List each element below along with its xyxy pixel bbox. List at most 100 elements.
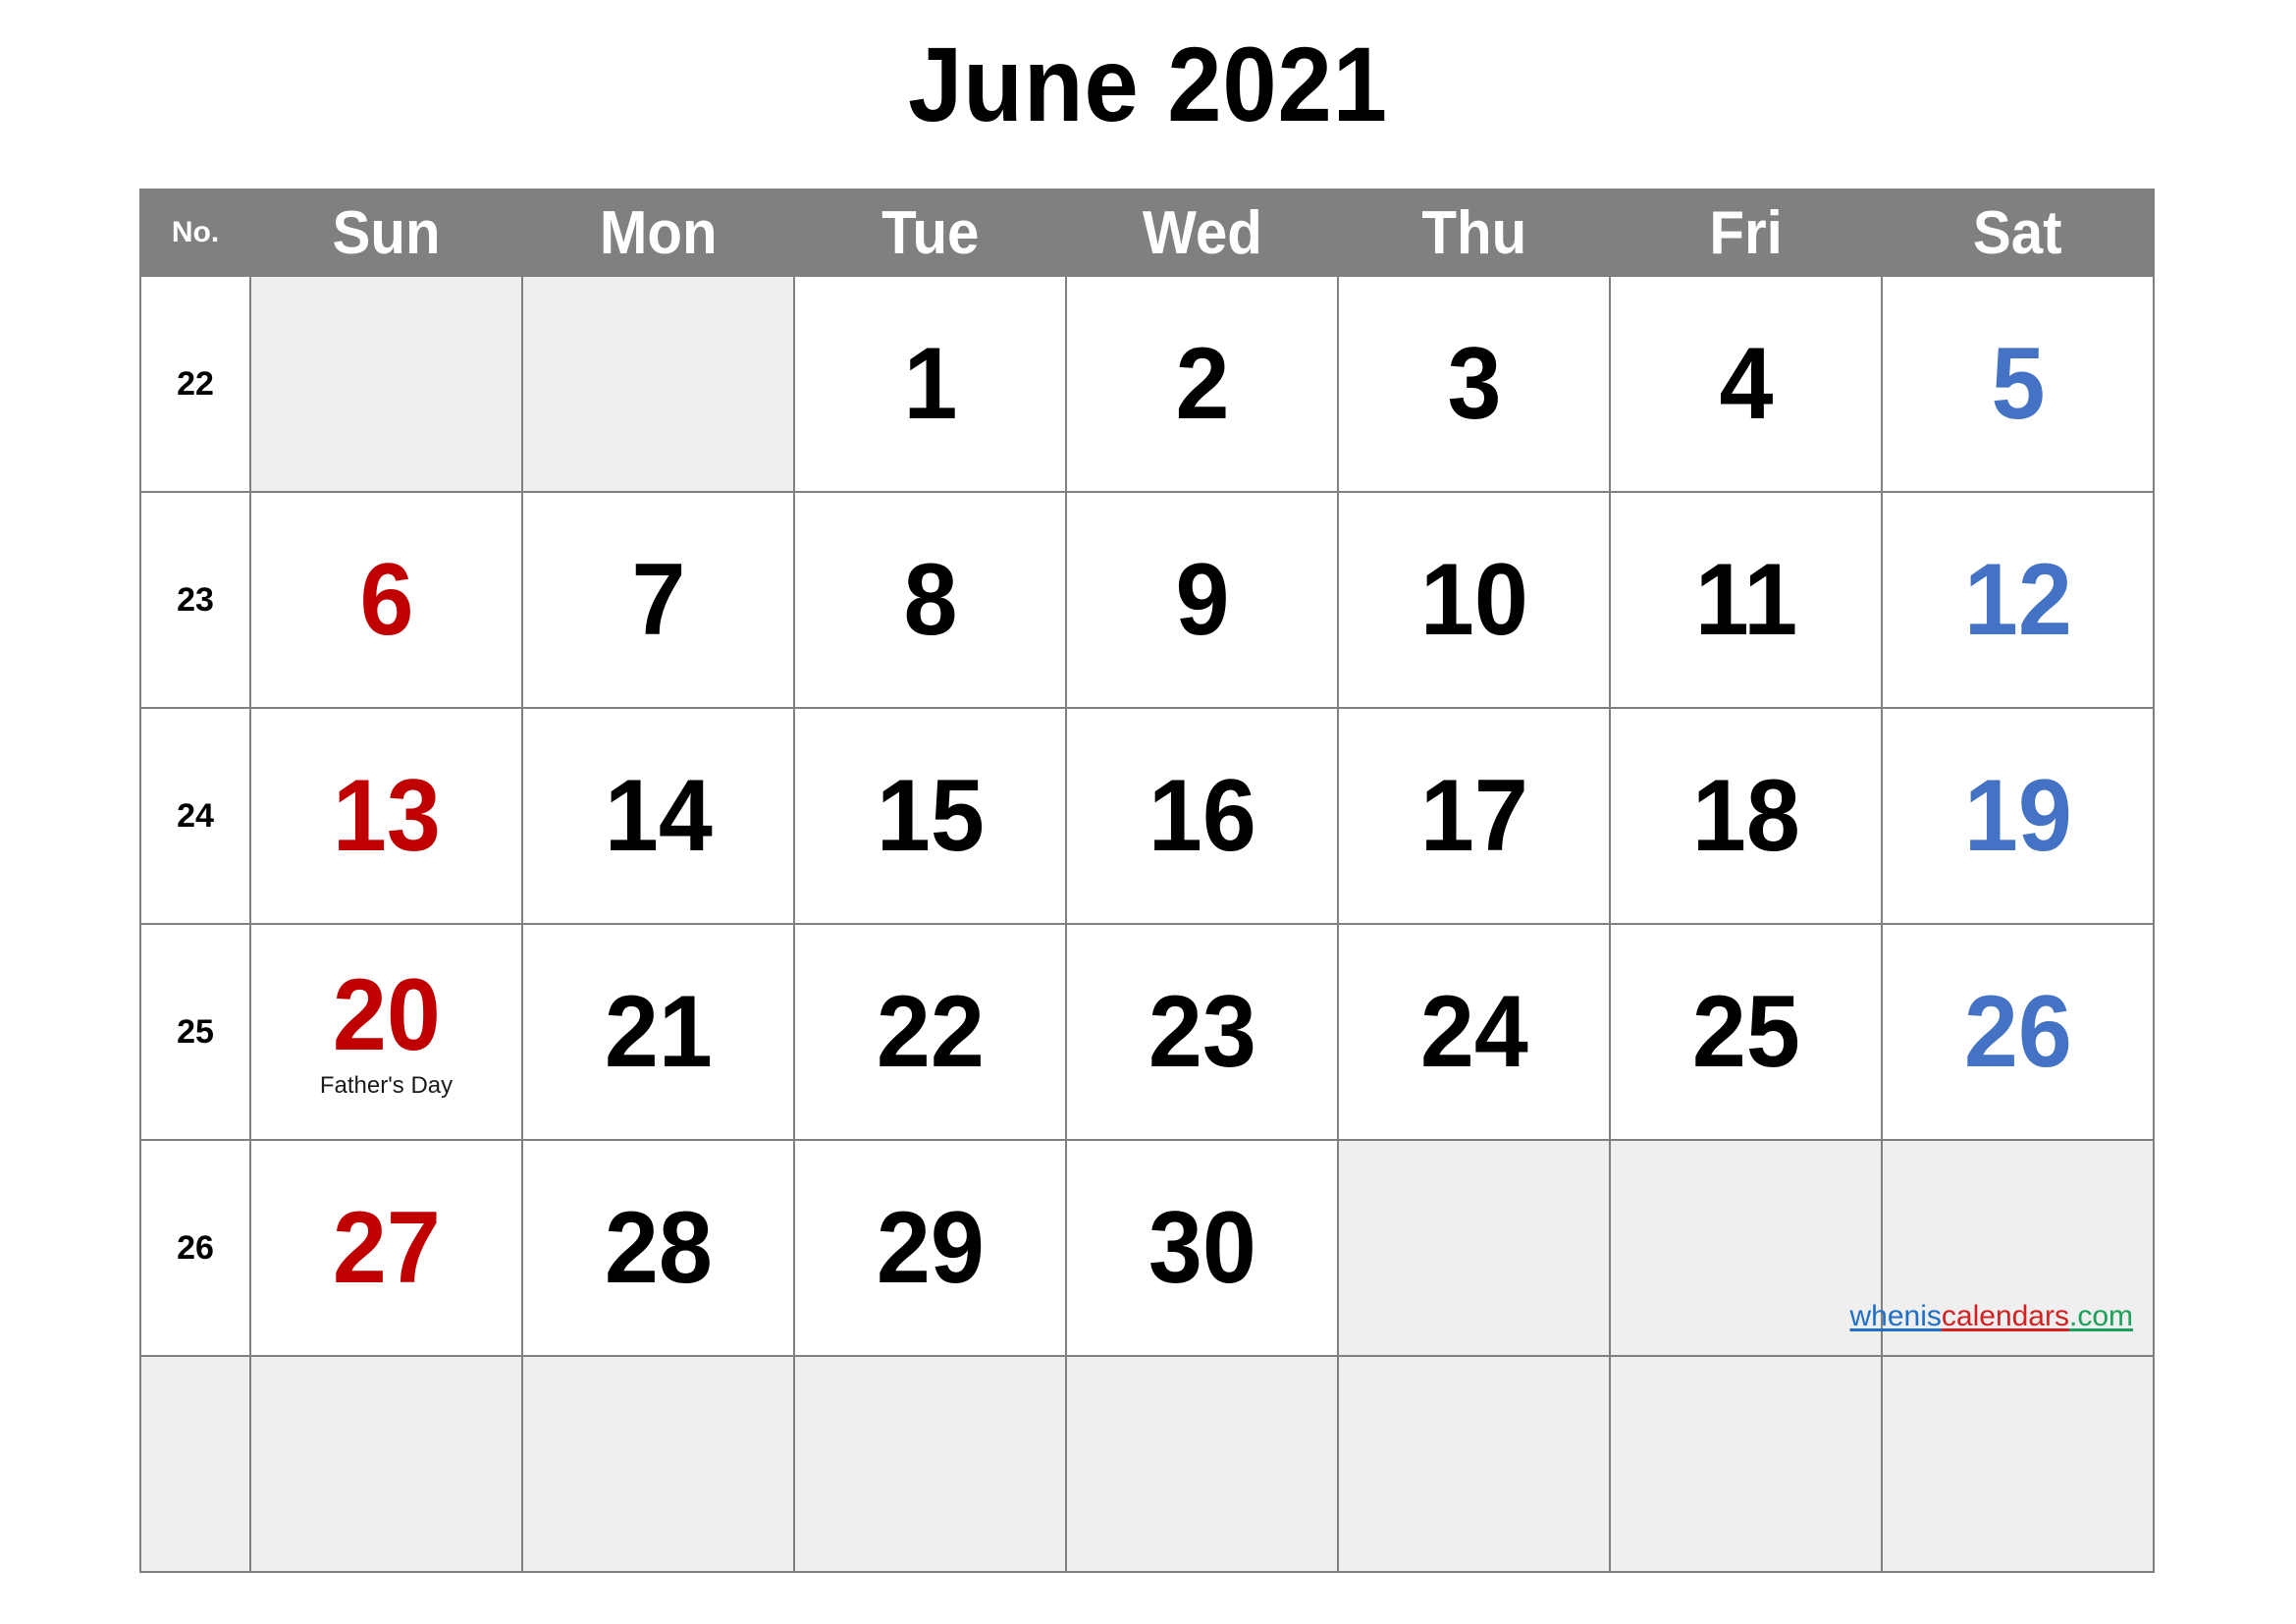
- calendar-day-cell[interactable]: 29: [793, 1139, 1067, 1357]
- day-number: 1: [903, 327, 957, 441]
- calendar-day-cell[interactable]: 30: [1065, 1139, 1339, 1357]
- day-cell-inner: 9: [1067, 493, 1337, 707]
- day-cell-inner: [523, 1357, 793, 1571]
- calendar-day-cell[interactable]: 10: [1337, 491, 1611, 709]
- day-cell-inner: 21: [523, 925, 793, 1139]
- calendar-empty-cell: [1609, 1355, 1883, 1573]
- calendar-day-cell[interactable]: 20 Father's Day: [249, 923, 523, 1141]
- calendar-day-cell[interactable]: 21: [521, 923, 795, 1141]
- calendar-day-cell[interactable]: 15: [793, 707, 1067, 925]
- day-cell-inner: [251, 1357, 521, 1571]
- calendar-day-cell[interactable]: 13: [249, 707, 523, 925]
- day-cell-inner: 28: [523, 1141, 793, 1355]
- calendar-week-row: 25 20 Father's Day 21 22 23 24 25 26: [139, 923, 2155, 1141]
- day-cell-inner: 23: [1067, 925, 1337, 1139]
- header-day-thu: Thu: [1337, 189, 1611, 277]
- day-cell-inner: 2: [1067, 277, 1337, 491]
- calendar-day-cell[interactable]: 26: [1881, 923, 2155, 1141]
- day-number: 11: [1694, 543, 1797, 657]
- calendar-day-cell[interactable]: 3: [1337, 275, 1611, 493]
- day-cell-inner: 14: [523, 709, 793, 923]
- site-watermark[interactable]: wheniscalendars.com: [1850, 1300, 2133, 1333]
- day-cell-inner: [795, 1357, 1065, 1571]
- week-number-cell: 23: [139, 491, 251, 709]
- day-cell-inner: [1611, 1141, 1881, 1355]
- day-number: 4: [1719, 327, 1773, 441]
- calendar-week-row: 23 6 7 8 9 10 11 12: [139, 491, 2155, 709]
- day-number: 23: [1148, 975, 1256, 1089]
- header-day-sun-label: Sun: [332, 198, 441, 267]
- day-cell-inner: 16: [1067, 709, 1337, 923]
- day-cell-inner: 13: [251, 709, 521, 923]
- day-cell-inner: 10: [1339, 493, 1609, 707]
- day-number: 24: [1419, 975, 1528, 1089]
- calendar-day-cell[interactable]: 17: [1337, 707, 1611, 925]
- calendar-day-cell[interactable]: 28: [521, 1139, 795, 1357]
- calendar-empty-cell: [1881, 1355, 2155, 1573]
- calendar-day-cell[interactable]: 23: [1065, 923, 1339, 1141]
- header-day-mon-label: Mon: [599, 198, 718, 267]
- calendar-day-cell[interactable]: 14: [521, 707, 795, 925]
- calendar-day-cell[interactable]: 18: [1609, 707, 1883, 925]
- calendar-day-cell[interactable]: 19: [1881, 707, 2155, 925]
- day-number: 21: [604, 975, 713, 1089]
- day-cell-inner: 15: [795, 709, 1065, 923]
- week-number-cell: 26: [139, 1139, 251, 1357]
- day-number: 2: [1175, 327, 1229, 441]
- day-number: 3: [1447, 327, 1501, 441]
- day-cell-inner: 12: [1883, 493, 2153, 707]
- calendar-page: June 2021 No. Sun Mon Tue Wed Thu Fri Sa…: [0, 0, 2296, 1624]
- calendar-empty-cell: [793, 1355, 1067, 1573]
- calendar-day-cell[interactable]: 11: [1609, 491, 1883, 709]
- day-number: 25: [1691, 975, 1800, 1089]
- calendar-day-cell[interactable]: 22: [793, 923, 1067, 1141]
- header-day-tue: Tue: [793, 189, 1067, 277]
- calendar-day-cell[interactable]: 1: [793, 275, 1067, 493]
- calendar-day-cell[interactable]: 24: [1337, 923, 1611, 1141]
- calendar-empty-cell: [521, 275, 795, 493]
- calendar-empty-cell: [1337, 1139, 1611, 1357]
- day-cell-inner: 29: [795, 1141, 1065, 1355]
- watermark-part-1: whenis: [1849, 1300, 1942, 1332]
- day-cell-inner: 11: [1611, 493, 1881, 707]
- day-cell-inner: [1883, 1357, 2153, 1571]
- calendar-day-cell[interactable]: 25: [1609, 923, 1883, 1141]
- header-day-wed-label: Wed: [1142, 198, 1262, 267]
- day-number: 12: [1963, 543, 2072, 657]
- calendar-day-cell[interactable]: 7: [521, 491, 795, 709]
- day-cell-inner: [1611, 1357, 1881, 1571]
- day-cell-inner: 17: [1339, 709, 1609, 923]
- calendar-day-cell[interactable]: 6: [249, 491, 523, 709]
- day-cell-inner: [523, 277, 793, 491]
- day-number: 9: [1175, 543, 1229, 657]
- header-day-tue-label: Tue: [881, 198, 980, 267]
- calendar-day-cell[interactable]: 27: [249, 1139, 523, 1357]
- calendar-day-cell[interactable]: 2: [1065, 275, 1339, 493]
- day-cell-inner: [1339, 1141, 1609, 1355]
- calendar-empty-cell: [1065, 1355, 1339, 1573]
- calendar-day-cell[interactable]: 8: [793, 491, 1067, 709]
- calendar-day-cell[interactable]: 12: [1881, 491, 2155, 709]
- week-number-cell: 25: [139, 923, 251, 1141]
- day-number: 29: [876, 1191, 985, 1305]
- day-number: 17: [1419, 759, 1528, 873]
- watermark-part-3: .com: [2068, 1300, 2133, 1332]
- header-day-thu-label: Thu: [1421, 198, 1526, 267]
- day-number: 30: [1148, 1191, 1256, 1305]
- day-number: 26: [1963, 975, 2072, 1089]
- calendar-grid: No. Sun Mon Tue Wed Thu Fri Sat 22 1 2 3 4 5 2…: [139, 189, 2155, 1573]
- day-number: 15: [876, 759, 985, 873]
- header-week-number: No.: [139, 189, 251, 277]
- day-number: 14: [604, 759, 713, 873]
- calendar-day-cell[interactable]: 9: [1065, 491, 1339, 709]
- day-cell-inner: 20 Father's Day: [251, 925, 521, 1139]
- watermark-part-2: calendars: [1941, 1300, 2069, 1332]
- calendar-day-cell[interactable]: 5: [1881, 275, 2155, 493]
- day-number: 20: [332, 958, 441, 1072]
- calendar-week-row: 24 13 14 15 16 17 18 19: [139, 707, 2155, 925]
- week-number-cell: 22: [139, 275, 251, 493]
- calendar-day-cell[interactable]: 4: [1609, 275, 1883, 493]
- header-day-sun: Sun: [249, 189, 523, 277]
- calendar-day-cell[interactable]: 16: [1065, 707, 1339, 925]
- calendar-empty-cell: [1609, 1139, 1883, 1357]
